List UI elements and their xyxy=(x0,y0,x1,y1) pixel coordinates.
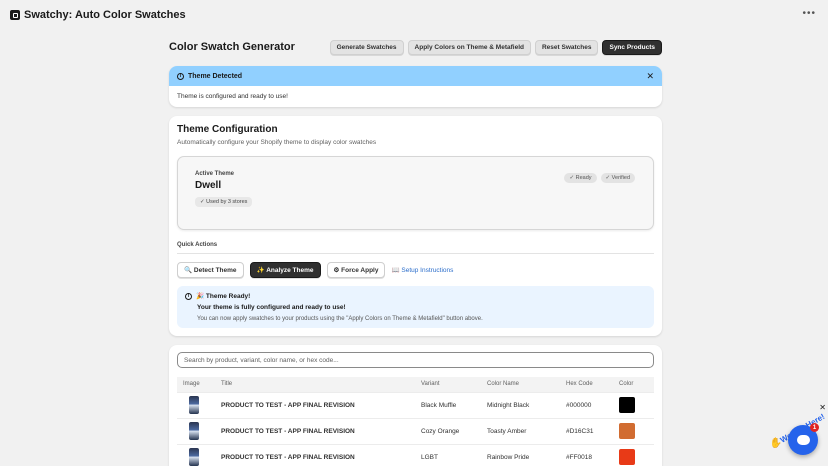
page-header: Color Swatch Generator Generate Swatches… xyxy=(169,36,662,58)
color-swatch xyxy=(619,397,635,413)
product-title: PRODUCT TO TEST - APP FINAL REVISION xyxy=(215,417,415,444)
more-horizontal-icon[interactable]: ••• xyxy=(802,8,816,19)
reset-swatches-button[interactable]: Reset Swatches xyxy=(534,39,599,55)
card-title: Theme Configuration xyxy=(177,124,278,135)
quick-actions-row: 🔍 Detect Theme ✨ Analyze Theme ⚙ Force A… xyxy=(177,262,654,278)
waving-hand-icon: ✋ xyxy=(769,438,782,449)
banner-header: i Theme Detected ✕ xyxy=(169,66,662,86)
column-header-image: Image xyxy=(177,377,215,392)
banner-message: Theme is configured and ready to use! xyxy=(177,93,288,100)
card-subtitle: Automatically configure your Shopify the… xyxy=(177,139,377,146)
chat-icon xyxy=(796,435,810,445)
active-theme-box: Active Theme Dwell ✓ Used by 3 stores ✓ … xyxy=(177,156,654,230)
variants-table: Image Title Variant Color Name Hex Code … xyxy=(177,377,654,466)
app-title: Swatchy: Auto Color Swatches xyxy=(24,9,186,21)
theme-ready-box: i 🎉 Theme Ready! Your theme is fully con… xyxy=(177,286,654,328)
verified-badge: ✓ Verified xyxy=(600,173,635,183)
theme-configuration-card: Theme Configuration Automatically config… xyxy=(169,116,662,336)
variant-name: Cozy Orange xyxy=(415,417,481,444)
app-logo-icon xyxy=(10,10,20,20)
generate-swatches-button[interactable]: Generate Swatches xyxy=(329,39,404,55)
close-icon[interactable]: ✕ xyxy=(646,71,654,82)
product-thumbnail xyxy=(189,448,199,466)
detect-theme-button[interactable]: 🔍 Detect Theme xyxy=(177,262,244,278)
quick-actions-label: Quick Actions xyxy=(177,242,654,254)
hex-code: #D16C31 xyxy=(560,417,613,444)
force-apply-button[interactable]: ⚙ Force Apply xyxy=(326,262,386,278)
color-name: Rainbow Pride xyxy=(481,443,560,466)
theme-ready-note: You can now apply swatches to your produ… xyxy=(197,316,483,322)
color-swatch xyxy=(619,423,635,439)
color-name: Midnight Black xyxy=(481,391,560,418)
close-icon[interactable]: ✕ xyxy=(819,403,826,412)
variant-name: Black Muffle xyxy=(415,391,481,418)
info-icon: i xyxy=(177,72,184,80)
products-table-card: Image Title Variant Color Name Hex Code … xyxy=(169,345,662,466)
table-row[interactable]: PRODUCT TO TEST - APP FINAL REVISION Bla… xyxy=(177,391,654,418)
column-header-color-name: Color Name xyxy=(481,377,560,392)
color-name: Toasty Amber xyxy=(481,417,560,444)
status-badges: ✓ Ready ✓ Verified xyxy=(564,173,635,183)
column-header-hex-code: Hex Code xyxy=(560,377,613,392)
unread-count-badge: 1 xyxy=(810,423,819,432)
header-actions: Generate Swatches Apply Colors on Theme … xyxy=(329,39,662,55)
product-thumbnail xyxy=(189,422,199,440)
product-thumbnail xyxy=(189,396,199,414)
theme-ready-title: i 🎉 Theme Ready! xyxy=(185,292,646,300)
color-swatch xyxy=(619,449,635,466)
used-by-badge: ✓ Used by 3 stores xyxy=(195,197,253,207)
page-title: Color Swatch Generator xyxy=(169,41,295,53)
product-title: PRODUCT TO TEST - APP FINAL REVISION xyxy=(215,443,415,466)
table-header-row: Image Title Variant Color Name Hex Code … xyxy=(177,377,654,392)
column-header-color: Color xyxy=(613,377,654,392)
sync-products-button[interactable]: Sync Products xyxy=(602,39,662,55)
analyze-theme-button[interactable]: ✨ Analyze Theme xyxy=(249,262,321,278)
hex-code: #000000 xyxy=(560,391,613,418)
setup-instructions-link[interactable]: 📖 Setup Instructions xyxy=(391,266,453,274)
apply-colors-button[interactable]: Apply Colors on Theme & Metafield xyxy=(407,39,531,55)
chat-launcher-button[interactable]: 1 xyxy=(788,423,819,455)
info-icon: i xyxy=(185,292,192,300)
column-header-title: Title xyxy=(215,377,415,392)
app-topbar: Swatchy: Auto Color Swatches ••• xyxy=(0,0,828,30)
theme-ready-subtitle: Your theme is fully configured and ready… xyxy=(197,304,346,311)
ready-badge: ✓ Ready xyxy=(564,173,597,183)
ready-title-text: 🎉 Theme Ready! xyxy=(196,293,251,300)
theme-detected-banner: i Theme Detected ✕ Theme is configured a… xyxy=(169,66,662,107)
variant-name: LGBT xyxy=(415,443,481,466)
main-page: Color Swatch Generator Generate Swatches… xyxy=(169,36,662,466)
hex-code: #FF0018 xyxy=(560,443,613,466)
table-row[interactable]: PRODUCT TO TEST - APP FINAL REVISION Coz… xyxy=(177,417,654,444)
banner-title: Theme Detected xyxy=(188,72,243,80)
column-header-variant: Variant xyxy=(415,377,481,392)
product-title: PRODUCT TO TEST - APP FINAL REVISION xyxy=(215,391,415,418)
table-row[interactable]: PRODUCT TO TEST - APP FINAL REVISION LGB… xyxy=(177,443,654,466)
search-input[interactable] xyxy=(177,352,654,368)
